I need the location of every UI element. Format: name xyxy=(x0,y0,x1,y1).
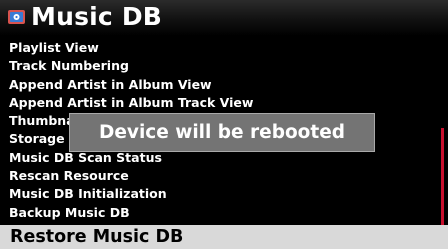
music-db-icon xyxy=(8,10,25,24)
notification-message: Device will be rebooted xyxy=(98,122,345,143)
reboot-notification: Device will be rebooted xyxy=(69,113,375,152)
selected-item-label: Restore Music DB xyxy=(10,227,184,247)
menu-item-append-artist-album-view[interactable]: Append Artist in Album View xyxy=(0,76,448,94)
menu-item-restore-music-db[interactable]: Restore Music DB xyxy=(0,225,448,249)
menu-item-track-numbering[interactable]: Track Numbering xyxy=(0,57,448,75)
menu-item-append-artist-album-track-view[interactable]: Append Artist in Album Track View xyxy=(0,94,448,112)
header-bar: Music DB xyxy=(0,0,448,36)
menu-item-backup-music-db[interactable]: Backup Music DB xyxy=(0,204,448,222)
scrollbar-thumb[interactable] xyxy=(441,128,444,225)
scrollbar[interactable] xyxy=(441,38,444,225)
music-db-screen: Music DB Playlist View Track Numbering A… xyxy=(0,0,448,249)
menu-item-music-db-initialization[interactable]: Music DB Initialization xyxy=(0,185,448,203)
page-title: Music DB xyxy=(31,2,163,31)
menu-item-playlist-view[interactable]: Playlist View xyxy=(0,39,448,57)
menu-item-rescan-resource[interactable]: Rescan Resource xyxy=(0,167,448,185)
